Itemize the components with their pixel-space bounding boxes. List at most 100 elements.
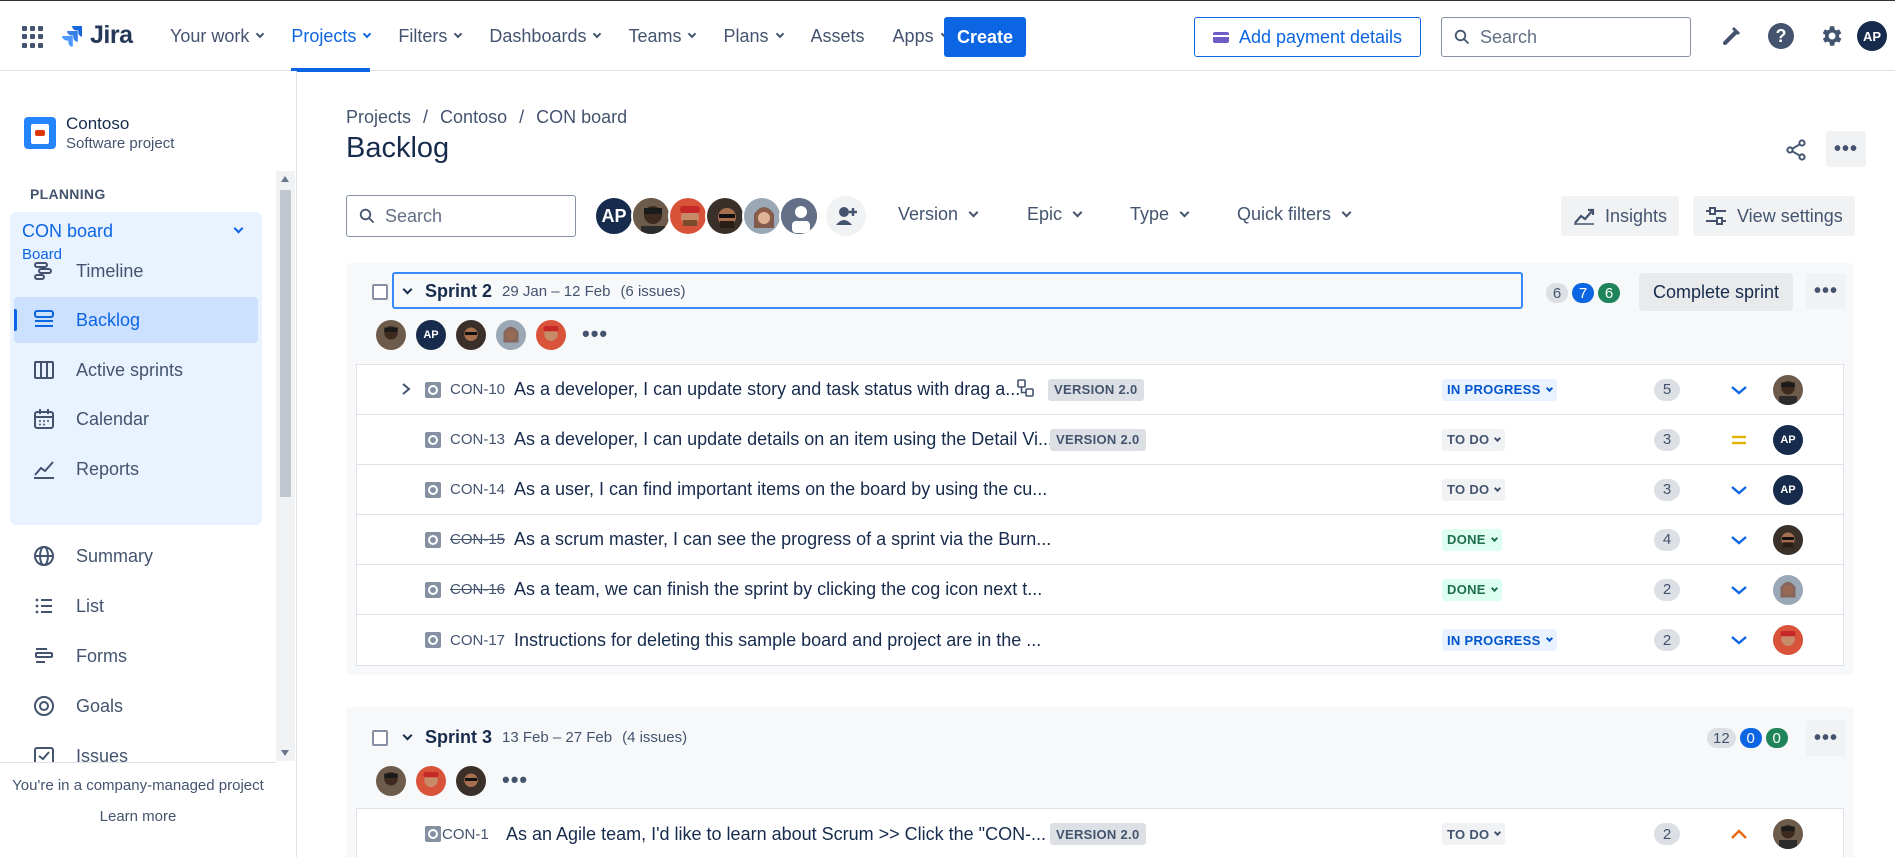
story-points-badge[interactable]: 4	[1654, 528, 1680, 551]
add-payment-details-button[interactable]: Add payment details	[1194, 17, 1421, 57]
filter-avatar-unassigned[interactable]	[779, 196, 819, 236]
settings-gear-icon[interactable]	[1818, 23, 1844, 49]
issue-key[interactable]: CON-16	[450, 581, 505, 598]
user-avatar[interactable]: AP	[1857, 21, 1887, 51]
app-switcher-icon[interactable]	[22, 26, 44, 48]
issue-row[interactable]: CON-15 As a scrum master, I can see the p…	[357, 515, 1843, 565]
share-icon[interactable]	[1781, 135, 1811, 165]
filter-avatar-user[interactable]	[668, 196, 708, 236]
filter-avatar-user[interactable]	[742, 196, 782, 236]
issue-key[interactable]: CON-14	[450, 481, 505, 498]
sidebar-item-forms[interactable]: Forms	[14, 633, 258, 679]
issue-key[interactable]: CON-17	[450, 632, 505, 649]
nav-teams[interactable]: Teams	[614, 1, 709, 71]
assignee-avatar[interactable]	[1773, 819, 1803, 849]
sidebar-item-summary[interactable]: Summary	[14, 533, 258, 579]
issue-row[interactable]: CON-16 As a team, we can finish the sprin…	[357, 565, 1843, 615]
status-dropdown[interactable]: IN PROGRESS	[1442, 629, 1557, 651]
nav-dashboards[interactable]: Dashboards	[475, 1, 614, 71]
help-icon[interactable]: ?	[1768, 23, 1794, 49]
sprint-assignee-avatar[interactable]	[376, 766, 406, 796]
chevron-down-icon[interactable]	[402, 284, 413, 295]
filter-avatar-user[interactable]	[631, 196, 671, 236]
story-points-badge[interactable]: 3	[1654, 428, 1680, 451]
assignee-avatar[interactable]	[1773, 524, 1803, 555]
issue-key[interactable]: CON-10	[450, 381, 505, 398]
issue-key[interactable]: CON-1	[442, 826, 489, 843]
issue-summary[interactable]: As an Agile team, I'd like to learn abou…	[506, 824, 1046, 845]
issue-key[interactable]: CON-13	[450, 431, 505, 448]
more-assignees-icon[interactable]: •••	[582, 321, 608, 347]
more-actions-button[interactable]: •••	[1826, 131, 1866, 167]
sidebar-item-active-sprints[interactable]: Active sprints	[14, 347, 258, 393]
nav-assets[interactable]: Assets	[797, 1, 879, 71]
assignee-avatar[interactable]: AP	[1773, 474, 1803, 505]
sprint-more-button[interactable]: •••	[1806, 720, 1846, 756]
issue-row[interactable]: CON-14 As a user, I can find important it…	[357, 465, 1843, 515]
issue-summary[interactable]: As a developer, I can update details on …	[514, 429, 1053, 450]
status-dropdown[interactable]: IN PROGRESS	[1442, 378, 1557, 401]
notifications-icon[interactable]	[1718, 23, 1744, 49]
story-points-badge[interactable]: 3	[1654, 478, 1680, 501]
filter-avatar-user[interactable]	[705, 196, 745, 236]
sprint-assignee-avatar[interactable]	[456, 766, 486, 796]
sidebar-item-calendar[interactable]: Calendar	[14, 396, 258, 442]
breadcrumb-contoso[interactable]: Contoso	[440, 107, 507, 128]
sidebar-item-backlog[interactable]: Backlog	[14, 297, 258, 343]
scroll-up-arrow-icon[interactable]	[281, 176, 289, 182]
assignee-avatar[interactable]	[1773, 374, 1803, 405]
story-points-badge[interactable]: 2	[1654, 629, 1680, 651]
sprint-assignee-avatar[interactable]	[496, 320, 526, 350]
issue-row[interactable]: CON-1 As an Agile team, I'd like to learn…	[357, 809, 1843, 857]
scroll-thumb[interactable]	[280, 190, 291, 497]
add-people-button[interactable]	[826, 196, 866, 236]
status-dropdown[interactable]: TO DO	[1442, 823, 1506, 845]
issue-row[interactable]: CON-13 As a developer, I can update detai…	[357, 415, 1843, 465]
issue-summary[interactable]: Instructions for deleting this sample bo…	[514, 630, 1041, 651]
version-filter-dropdown[interactable]: Version	[898, 204, 979, 225]
assignee-avatar[interactable]: AP	[1773, 424, 1803, 455]
sidebar-item-list[interactable]: List	[14, 583, 258, 629]
story-points-badge[interactable]: 2	[1654, 823, 1680, 845]
issue-summary[interactable]: As a scrum master, I can see the progres…	[514, 529, 1051, 550]
jira-logo[interactable]: Jira	[60, 21, 133, 50]
epic-filter-dropdown[interactable]: Epic	[1027, 204, 1083, 225]
chevron-down-icon[interactable]	[402, 730, 413, 741]
nav-plans[interactable]: Plans	[709, 1, 796, 71]
sprint-assignee-avatar[interactable]	[456, 320, 486, 350]
version-lozenge[interactable]: VERSION 2.0	[1048, 378, 1144, 401]
filter-avatar-ap[interactable]: AP	[594, 196, 634, 236]
nav-projects[interactable]: Projects	[277, 1, 384, 72]
global-search-input[interactable]: Search	[1441, 17, 1691, 57]
quick-filters-dropdown[interactable]: Quick filters	[1237, 204, 1352, 225]
sprint-assignee-avatar[interactable]	[376, 320, 406, 350]
complete-sprint-button[interactable]: Complete sprint	[1639, 273, 1794, 311]
breadcrumb-projects[interactable]: Projects	[346, 107, 411, 128]
assignee-avatar[interactable]	[1773, 625, 1803, 655]
view-settings-button[interactable]: View settings	[1693, 196, 1855, 236]
version-lozenge[interactable]: VERSION 2.0	[1050, 428, 1146, 451]
story-points-badge[interactable]: 2	[1654, 578, 1680, 601]
status-dropdown[interactable]: TO DO	[1442, 478, 1506, 501]
breadcrumb-con-board[interactable]: CON board	[536, 107, 627, 128]
version-lozenge[interactable]: VERSION 2.0	[1050, 823, 1146, 845]
issue-key[interactable]: CON-15	[450, 531, 505, 548]
sprint-assignee-avatar[interactable]	[536, 320, 566, 350]
insights-button[interactable]: Insights	[1561, 196, 1680, 236]
issue-row[interactable]: CON-10 As a developer, I can update story…	[357, 365, 1843, 415]
scroll-down-arrow-icon[interactable]	[281, 750, 289, 756]
story-points-badge[interactable]: 5	[1654, 378, 1680, 401]
expand-chevron-icon[interactable]	[401, 382, 411, 398]
nav-filters[interactable]: Filters	[384, 1, 475, 71]
sprint-checkbox[interactable]	[372, 729, 388, 746]
create-button[interactable]: Create	[944, 17, 1026, 57]
status-dropdown[interactable]: DONE	[1442, 578, 1502, 601]
nav-your-work[interactable]: Your work	[156, 1, 277, 71]
sprint-assignee-avatar-ap[interactable]: AP	[416, 320, 446, 350]
issue-row[interactable]: CON-17 Instructions for deleting this sam…	[357, 615, 1843, 665]
sidebar-item-timeline[interactable]: Timeline	[14, 248, 258, 294]
backlog-search-input[interactable]: Search	[346, 195, 576, 237]
status-dropdown[interactable]: TO DO	[1442, 428, 1506, 451]
type-filter-dropdown[interactable]: Type	[1130, 204, 1190, 225]
status-dropdown[interactable]: DONE	[1442, 528, 1502, 551]
